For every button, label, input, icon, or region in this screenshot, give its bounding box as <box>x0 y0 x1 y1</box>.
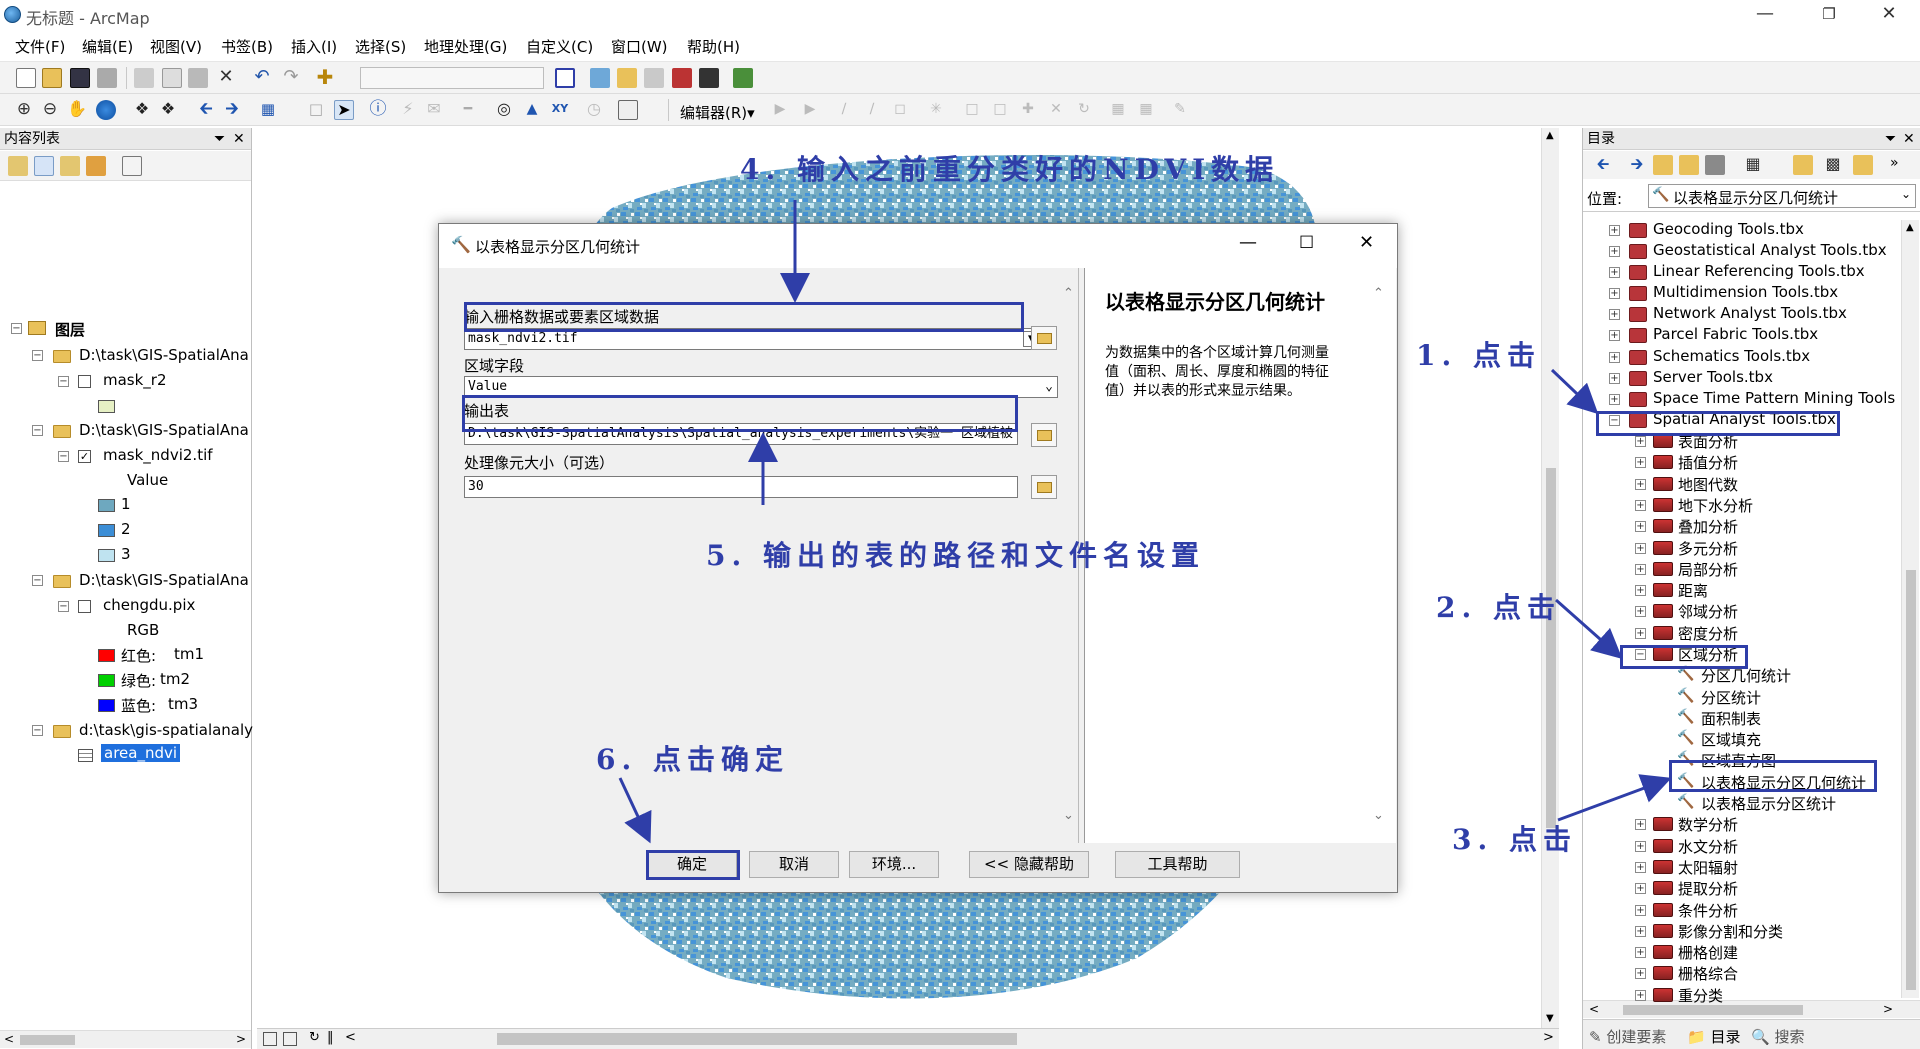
annotation-step-2: 2. 点击 <box>1436 591 1561 624</box>
annotation-step-6: 6. 点击确定 <box>596 743 789 776</box>
arrow-1 <box>1550 368 1599 415</box>
annotation-step-3: 3. 点击 <box>1452 823 1577 856</box>
annotation-step-5: 5. 输出的表的路径和文件名设置 <box>706 539 1205 572</box>
annotation-step-4: 4. 输入之前重分类好的NDVI数据 <box>740 153 1280 186</box>
arrow-2 <box>1555 598 1623 659</box>
arrow-3 <box>1557 774 1672 822</box>
annotation-step-1: 1. 点击 <box>1416 339 1541 372</box>
arrow-6 <box>618 777 652 844</box>
